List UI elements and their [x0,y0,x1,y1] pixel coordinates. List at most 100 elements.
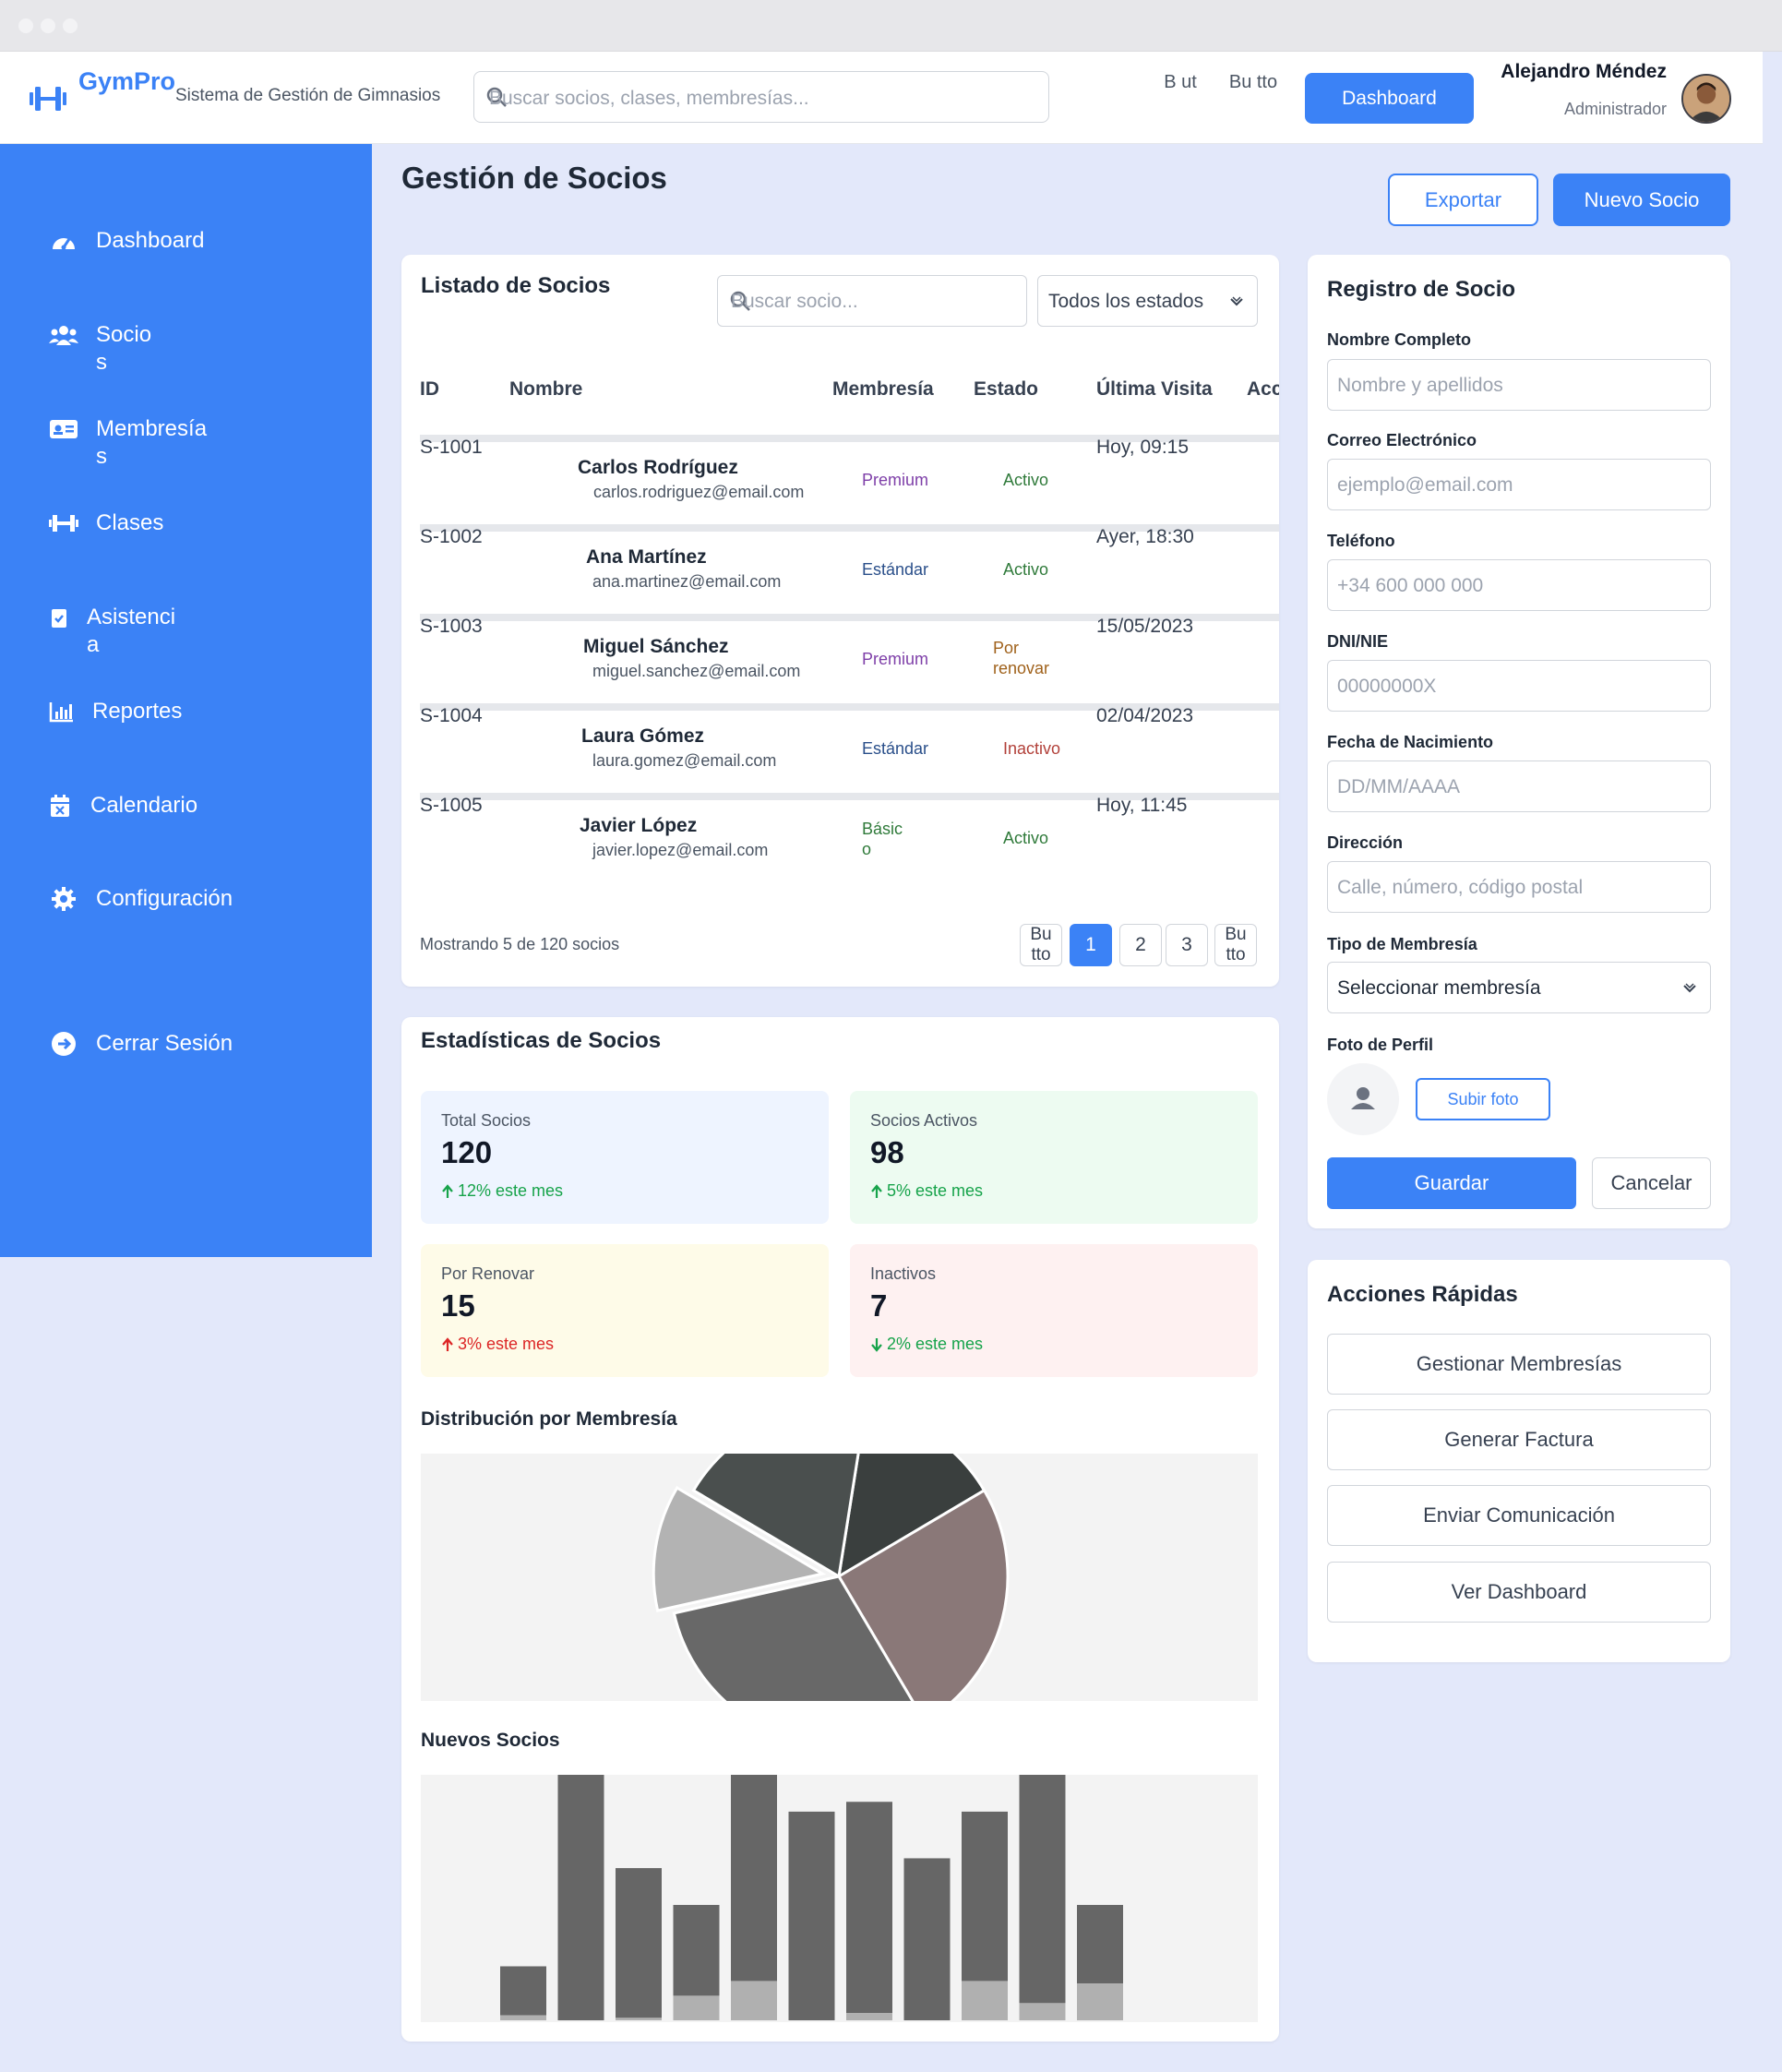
sidebar-item-calendario[interactable]: Calendario [48,792,220,820]
export-button[interactable]: Exportar [1388,174,1538,226]
pagination-next-button[interactable]: Bu tto [1214,924,1257,966]
sidebar-item-cerrar-sesion[interactable]: Cerrar Sesión [48,1030,281,1058]
user-role: Administrador [1563,100,1667,118]
cancel-button[interactable]: Cancelar [1592,1157,1711,1209]
field-placeholder: +34 600 000 000 [1337,575,1484,596]
pagination-prev-button[interactable]: Bu tto [1020,924,1062,966]
dumbbell-icon [48,509,79,537]
member-id: S-1004 [420,705,483,726]
pagination-page-3[interactable]: 3 [1166,924,1208,966]
table-row[interactable]: S-1004 Laura Gómez laura.gomez@email.com… [401,703,1279,794]
address-field[interactable]: Calle, número, código postal [1327,861,1711,913]
stat-label: Por Renovar [441,1264,535,1283]
stat-card-total: Total Socios 120 12% este mes [421,1091,829,1224]
bar-chart-svg [500,1775,1123,2020]
email-field[interactable]: ejemplo@email.com [1327,459,1711,510]
member-search-input[interactable]: Buscar socio... [717,275,1027,327]
state-filter-select[interactable]: Todos los estados [1037,275,1258,327]
bar-segment [731,1981,777,2020]
quick-actions-title: Acciones Rápidas [1327,1282,1518,1307]
member-name: Miguel Sánchez [583,636,729,657]
last-visit: 02/04/2023 [1096,705,1194,726]
member-email: laura.gomez@email.com [592,751,777,770]
dumbbell-logo-icon [30,87,66,111]
sidebar-item-membresias[interactable]: Membresía s [48,415,216,471]
bar [1019,1775,1066,2004]
bar [616,1868,662,2018]
field-placeholder: ejemplo@email.com [1337,474,1513,496]
stat-card-activos: Socios Activos 98 5% este mes [850,1091,1258,1224]
sidebar-item-socios[interactable]: Socio s [48,321,161,377]
membership-select-value: Seleccionar membresía [1337,977,1541,999]
stat-label: Total Socios [441,1111,532,1130]
pagination-page-1[interactable]: 1 [1070,924,1112,966]
column-header-estado: Estado [974,378,1039,400]
member-id: S-1002 [420,526,483,547]
bar-segment [962,1981,1008,2020]
field-label: Dirección [1327,833,1404,852]
last-visit: 15/05/2023 [1096,616,1194,637]
bar [903,1858,951,2020]
sidebar-item-configuracion[interactable]: Configuración [48,885,281,913]
gauge-icon [48,227,79,255]
header-button[interactable]: Bu tto [1226,70,1281,95]
member-id: S-1003 [420,616,483,637]
member-name: Ana Martínez [586,546,707,568]
dashboard-button[interactable]: Dashboard [1305,73,1474,124]
dni-field[interactable]: 00000000X [1327,660,1711,712]
save-button[interactable]: Guardar [1327,1157,1576,1209]
bar [500,1966,546,2016]
sidebar-item-label: Clases [96,510,164,535]
member-email: javier.lopez@email.com [592,841,769,859]
new-member-button[interactable]: Nuevo Socio [1553,174,1730,226]
upload-photo-button[interactable]: Subir foto [1416,1078,1550,1120]
bar [1077,1904,1123,1984]
sidebar-item-asistencia[interactable]: Asistenci a [48,604,188,659]
generate-invoice-button[interactable]: Generar Factura [1327,1409,1711,1470]
stat-card-inactivos: Inactivos 7 2% este mes [850,1244,1258,1377]
sidebar: Dashboard Socio s Membresía s Clases Asi… [0,144,372,1257]
bar [673,1904,720,1996]
field-label: Nombre Completo [1327,330,1472,349]
member-search-placeholder: Buscar socio... [731,291,858,312]
pagination-page-2[interactable]: 2 [1119,924,1162,966]
stat-label: Socios Activos [870,1111,978,1130]
bar [962,1811,1008,1982]
membership-type-select[interactable]: Seleccionar membresía [1327,962,1711,1013]
manage-memberships-button[interactable]: Gestionar Membresías [1327,1334,1711,1395]
membership-pie-chart [421,1454,1258,1701]
avatar[interactable] [1681,74,1731,124]
sidebar-item-reportes[interactable]: Reportes [48,698,221,725]
field-label: Tipo de Membresía [1327,935,1477,953]
view-dashboard-button[interactable]: Ver Dashboard [1327,1562,1711,1623]
bar [731,1775,777,1982]
global-search-input[interactable]: Buscar socios, clases, membresías... [473,71,1049,123]
send-communication-button[interactable]: Enviar Comunicación [1327,1485,1711,1546]
birthdate-field[interactable]: DD/MM/AAAA [1327,761,1711,812]
sidebar-item-dashboard[interactable]: Dashboard [48,227,225,255]
header-button[interactable]: B ut [1153,70,1208,95]
gear-icon [48,885,79,913]
membership-badge: Básic o [862,820,903,858]
phone-field[interactable]: +34 600 000 000 [1327,559,1711,611]
window-dot [18,18,33,33]
membership-badge: Estándar [862,739,929,758]
member-registration-form: Registro de Socio Nombre Completo Nombre… [1308,255,1730,1228]
table-row[interactable]: S-1003 Miguel Sánchez miguel.sanchez@ema… [401,614,1279,704]
column-header-id: ID [420,378,439,400]
status-badge: Activo [1003,560,1049,579]
table-row[interactable]: S-1005 Javier López javier.lopez@email.c… [401,793,1279,883]
full-name-field[interactable]: Nombre y apellidos [1327,359,1711,411]
member-email: miguel.sanchez@email.com [592,662,801,680]
field-placeholder: 00000000X [1337,676,1437,697]
bar-segment [673,1995,720,2020]
stats-title: Estadísticas de Socios [421,1028,662,1053]
table-row[interactable]: S-1001 Carlos Rodríguez carlos.rodriguez… [401,435,1279,525]
stat-delta-text: 3% este mes [458,1335,555,1353]
sidebar-item-clases[interactable]: Clases [48,509,225,537]
sidebar-item-label: Membresía s [96,416,208,469]
table-row[interactable]: S-1002 Ana Martínez ana.martinez@email.c… [401,524,1279,615]
bar-segment [1019,2003,1066,2020]
sidebar-item-label: Reportes [92,699,183,724]
arrow-down-icon [871,1337,882,1352]
